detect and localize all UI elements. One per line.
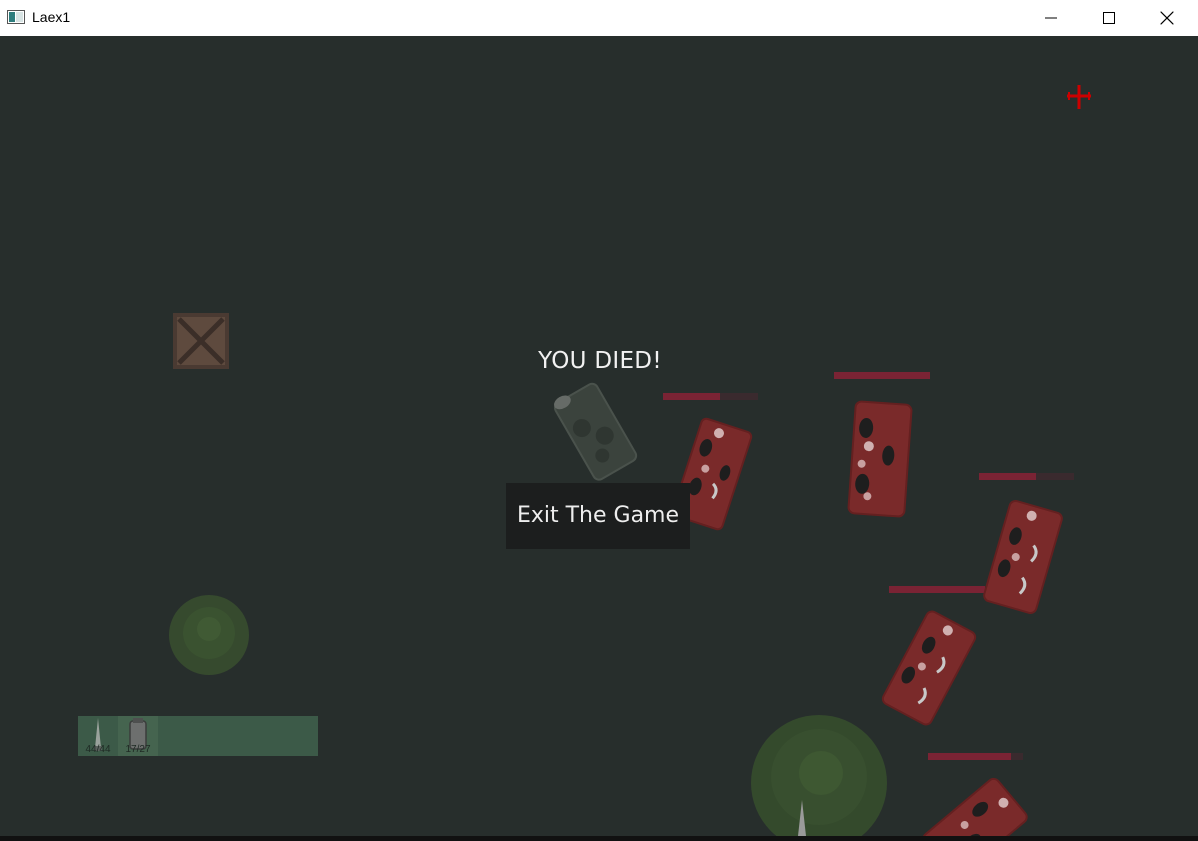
window-titlebar: Laex1 bbox=[0, 0, 1198, 36]
enemy-health-bar bbox=[889, 586, 985, 593]
minimize-icon bbox=[1045, 17, 1057, 19]
window-bottom-edge bbox=[0, 836, 1198, 841]
close-button[interactable] bbox=[1138, 0, 1196, 36]
bush-small bbox=[169, 595, 249, 675]
bush-large bbox=[751, 715, 887, 836]
enemy-health-bar bbox=[928, 753, 1023, 760]
crosshair-icon bbox=[1065, 83, 1093, 111]
enemy-health-bar bbox=[979, 473, 1074, 480]
game-canvas[interactable]: YOU DIED! Exit The Game 44/44 17/27 bbox=[0, 36, 1198, 836]
hotbar-slot-knife[interactable]: 44/44 bbox=[78, 716, 118, 756]
close-icon bbox=[1160, 11, 1174, 25]
zombie-enemy bbox=[980, 497, 1066, 617]
enemy-health-bar bbox=[663, 393, 758, 400]
enemy-health-fill bbox=[979, 473, 1036, 480]
maximize-icon bbox=[1103, 12, 1115, 24]
window-title: Laex1 bbox=[32, 9, 71, 25]
zombie-enemy bbox=[878, 607, 980, 730]
enemy-health-bar bbox=[834, 372, 930, 379]
hotbar: 44/44 17/27 bbox=[78, 716, 318, 756]
enemy-health-fill bbox=[834, 372, 930, 379]
exit-game-button[interactable]: Exit The Game bbox=[506, 483, 690, 549]
grenade-ammo-count: 17/27 bbox=[125, 744, 151, 755]
enemy-health-fill bbox=[889, 586, 985, 593]
knife-ammo-count: 44/44 bbox=[85, 744, 111, 755]
minimize-button[interactable] bbox=[1022, 0, 1080, 36]
app-icon bbox=[7, 10, 25, 24]
death-message: YOU DIED! bbox=[538, 348, 662, 374]
enemy-health-fill bbox=[928, 753, 1011, 760]
zombie-enemy bbox=[846, 399, 914, 519]
wooden-crate bbox=[173, 313, 229, 369]
dead-player bbox=[531, 361, 666, 494]
hotbar-slot-grenade[interactable]: 17/27 bbox=[118, 716, 158, 756]
knife-tip bbox=[796, 800, 808, 836]
maximize-button[interactable] bbox=[1080, 0, 1138, 36]
enemy-health-fill bbox=[663, 393, 720, 400]
zombie-enemy bbox=[918, 774, 1032, 836]
